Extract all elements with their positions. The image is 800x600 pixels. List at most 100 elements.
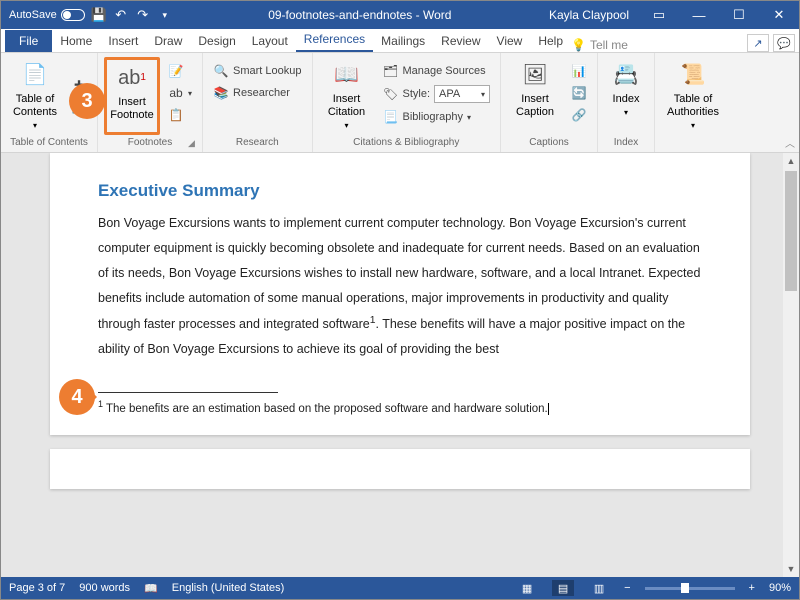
index-label: Index <box>613 93 640 106</box>
tab-design[interactable]: Design <box>190 30 243 52</box>
chevron-down-icon: ▾ <box>33 121 37 131</box>
sources-icon: 🗂 <box>383 63 399 79</box>
index-button[interactable]: 📇 Index ▾ <box>604 57 648 135</box>
share-button[interactable]: ↗ <box>747 34 769 52</box>
minimize-icon[interactable]: — <box>679 1 719 29</box>
insert-caption-button[interactable]: 🖼 Insert Caption <box>507 57 563 135</box>
tab-home[interactable]: Home <box>52 30 100 52</box>
maximize-icon[interactable]: ☐ <box>719 1 759 29</box>
tab-layout[interactable]: Layout <box>244 30 296 52</box>
researcher-button[interactable]: 📚Researcher <box>209 83 305 103</box>
cross-reference-button[interactable]: 🔗 <box>567 105 591 125</box>
tell-me-search[interactable]: 💡 Tell me <box>571 38 628 52</box>
ribbon-tabs: File Home Insert Draw Design Layout Refe… <box>1 29 799 53</box>
chevron-down-icon: ▾ <box>691 121 695 131</box>
redo-icon[interactable]: ↷ <box>135 7 151 23</box>
collapse-ribbon-icon[interactable]: ︿ <box>785 135 795 150</box>
vertical-scrollbar[interactable]: ▲ ▼ <box>783 153 799 577</box>
tab-references[interactable]: References <box>296 28 373 52</box>
smart-lookup-label: Smart Lookup <box>233 65 301 77</box>
proofing-icon[interactable]: 📖 <box>144 582 158 595</box>
toc-icon: 📄 <box>19 59 51 91</box>
user-name[interactable]: Kayla Claypool <box>539 8 639 22</box>
autosave-toggle[interactable]: AutoSave <box>9 9 85 21</box>
page[interactable]: Executive Summary Bon Voyage Excursions … <box>50 153 750 435</box>
chevron-down-icon: ▾ <box>481 90 485 99</box>
group-label: Footnotes <box>104 135 196 150</box>
style-select[interactable]: APA ▾ <box>434 85 490 103</box>
toggle-off-icon[interactable] <box>61 9 85 21</box>
footnote-1[interactable]: 1 The benefits are an estimation based o… <box>98 399 702 415</box>
ribbon: 📄 Table of Contents ▾ ✚ 🔄 Table of Conte… <box>1 53 799 153</box>
tab-help[interactable]: Help <box>530 30 571 52</box>
tab-insert[interactable]: Insert <box>100 30 146 52</box>
heading-executive-summary[interactable]: Executive Summary <box>98 181 702 201</box>
tab-mailings[interactable]: Mailings <box>373 30 433 52</box>
scroll-up-icon[interactable]: ▲ <box>783 153 799 169</box>
ab-sup: 1 <box>140 72 146 84</box>
body-paragraph[interactable]: Bon Voyage Excursions wants to implement… <box>98 211 702 362</box>
manage-sources-button[interactable]: 🗂Manage Sources <box>379 61 495 81</box>
zoom-out-button[interactable]: − <box>624 582 630 594</box>
cross-ref-icon: 🔗 <box>571 107 587 123</box>
tab-draw[interactable]: Draw <box>146 30 190 52</box>
footnotes-dialog-launcher[interactable]: ◢ <box>188 138 200 150</box>
show-notes-icon: 📋 <box>168 107 184 123</box>
group-label: Citations & Bibliography <box>319 135 495 150</box>
language-indicator[interactable]: English (United States) <box>172 582 285 594</box>
next-footnote-button[interactable]: ab ▾ <box>164 83 196 103</box>
close-icon[interactable]: ✕ <box>759 1 799 29</box>
callout-4: 4 <box>59 379 95 415</box>
group-label <box>661 135 725 150</box>
chevron-down-icon: ▾ <box>188 89 192 98</box>
show-notes-button[interactable]: 📋 <box>164 105 196 125</box>
page-indicator[interactable]: Page 3 of 7 <box>9 582 65 594</box>
tab-file[interactable]: File <box>5 30 52 52</box>
group-label: Index <box>604 135 648 150</box>
group-citations: 📖 Insert Citation ▾ 🗂Manage Sources 🏷 St… <box>313 53 502 152</box>
smart-lookup-button[interactable]: 🔍 Smart Lookup <box>209 61 305 81</box>
update-captions-button[interactable]: 🔄 <box>567 83 591 103</box>
search-icon: 🔍 <box>213 63 229 79</box>
ribbon-options-icon[interactable]: ▭ <box>639 1 679 29</box>
zoom-slider-handle[interactable] <box>681 583 689 593</box>
ab-text: ab <box>118 66 140 90</box>
table-of-authorities-button[interactable]: 📜 Table of Authorities ▾ <box>661 57 725 135</box>
scrollbar-thumb[interactable] <box>785 171 797 291</box>
print-layout-icon[interactable]: ▤ <box>552 580 574 596</box>
next-page[interactable] <box>50 449 750 489</box>
insert-endnote-button[interactable]: 📝 <box>164 61 196 81</box>
qat-dropdown-icon[interactable]: ▾ <box>157 7 173 23</box>
scroll-down-icon[interactable]: ▼ <box>783 561 799 577</box>
autosave-label: AutoSave <box>9 9 57 21</box>
status-bar: Page 3 of 7 900 words 📖 English (United … <box>1 577 799 599</box>
insert-citation-button[interactable]: 📖 Insert Citation ▾ <box>319 57 375 135</box>
researcher-label: Researcher <box>233 87 290 99</box>
style-label: Style: <box>403 88 431 100</box>
tab-review[interactable]: Review <box>433 30 488 52</box>
style-dropdown[interactable]: 🏷 Style: APA ▾ <box>379 83 495 105</box>
word-count[interactable]: 900 words <box>79 582 130 594</box>
zoom-in-button[interactable]: + <box>749 582 755 594</box>
insert-table-figures-button[interactable]: 📊 <box>567 61 591 81</box>
style-icon: 🏷 <box>383 86 399 102</box>
citation-icon: 📖 <box>331 59 363 91</box>
group-research: 🔍Smart Lookup 📚Researcher Research <box>203 53 312 152</box>
undo-icon[interactable]: ↶ <box>113 7 129 23</box>
document-area[interactable]: Executive Summary Bon Voyage Excursions … <box>1 153 799 577</box>
zoom-slider[interactable] <box>645 587 735 590</box>
web-layout-icon[interactable]: ▥ <box>588 580 610 596</box>
body-text-1: Bon Voyage Excursions wants to implement… <box>98 216 700 331</box>
bibliography-button[interactable]: 📃Bibliography ▾ <box>379 107 495 127</box>
tab-view[interactable]: View <box>489 30 531 52</box>
title-bar: AutoSave 💾 ↶ ↷ ▾ 09-footnotes-and-endnot… <box>1 1 799 29</box>
next-footnote-icon: ab <box>168 85 184 101</box>
read-mode-icon[interactable]: ▦ <box>516 580 538 596</box>
update-icon: 🔄 <box>571 85 587 101</box>
style-value: APA <box>439 88 460 100</box>
bibliography-icon: 📃 <box>383 109 399 125</box>
table-of-contents-button[interactable]: 📄 Table of Contents ▾ <box>7 57 63 135</box>
zoom-level[interactable]: 90% <box>769 582 791 594</box>
save-icon[interactable]: 💾 <box>91 7 107 23</box>
comments-button[interactable]: 💬 <box>773 34 795 52</box>
